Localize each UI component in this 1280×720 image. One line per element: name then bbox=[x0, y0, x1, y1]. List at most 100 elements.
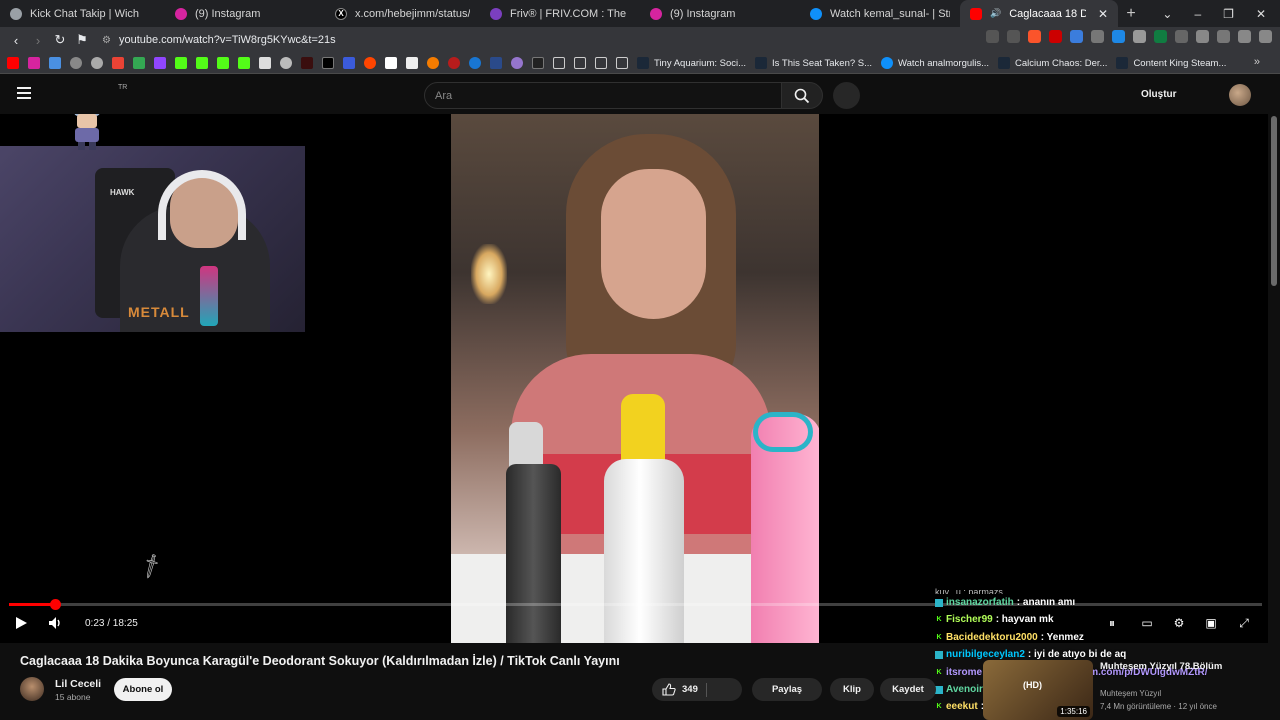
x-bookmark-icon[interactable] bbox=[322, 57, 334, 69]
subscribe-button[interactable]: Abone ol bbox=[114, 678, 172, 701]
share-button[interactable]: Paylaş bbox=[752, 678, 822, 701]
purple-bookmark-icon[interactable] bbox=[511, 57, 523, 69]
gmail-bookmark-icon[interactable] bbox=[112, 57, 124, 69]
blue-bookmark-icon[interactable] bbox=[343, 57, 355, 69]
share-icon[interactable] bbox=[1007, 30, 1020, 43]
tab-instagram-1[interactable]: (9) Instagram bbox=[165, 0, 325, 27]
tab-friv[interactable]: Friv® | FRIV.COM : The Best Free Ga bbox=[480, 0, 640, 27]
chat-username[interactable]: itsrome bbox=[946, 664, 982, 681]
twitch-bookmark-icon[interactable] bbox=[154, 57, 166, 69]
play-button[interactable] bbox=[14, 616, 28, 633]
channel-name[interactable]: Lil Ceceli bbox=[55, 678, 101, 690]
recommended-channel[interactable]: Muhteşem Yüzyıl bbox=[1100, 689, 1161, 698]
reddit-alt-bookmark-icon[interactable] bbox=[280, 57, 292, 69]
kick-bookmark-icon[interactable] bbox=[217, 57, 229, 69]
folder-icon[interactable] bbox=[574, 57, 586, 69]
save-button[interactable]: Kaydet bbox=[880, 678, 936, 701]
search-input[interactable]: Ara bbox=[424, 82, 782, 109]
orange-bookmark-icon[interactable] bbox=[427, 57, 439, 69]
extension-box-icon[interactable] bbox=[1175, 30, 1188, 43]
chat-username[interactable]: eeekut bbox=[946, 698, 978, 715]
media-icon[interactable] bbox=[1238, 30, 1251, 43]
folder-icon[interactable] bbox=[616, 57, 628, 69]
a-bookmark-icon[interactable] bbox=[406, 57, 418, 69]
instagram-bookmark-icon[interactable] bbox=[28, 57, 40, 69]
reddit-bookmark-icon[interactable] bbox=[364, 57, 376, 69]
dark-bookmark-icon[interactable] bbox=[301, 57, 313, 69]
account-avatar[interactable] bbox=[1229, 84, 1251, 106]
folder-icon[interactable] bbox=[595, 57, 607, 69]
extension-window-icon[interactable] bbox=[1133, 30, 1146, 43]
chair-brand-text: HAWK bbox=[110, 188, 135, 197]
recommended-meta: 7,4 Mn görüntüleme · 12 yıl önce bbox=[1100, 702, 1217, 711]
create-button[interactable]: Oluştur bbox=[1141, 89, 1177, 100]
new-tab-button[interactable]: + bbox=[1118, 5, 1144, 23]
drive-bookmark-icon[interactable] bbox=[133, 57, 145, 69]
bookmark-icon[interactable]: ⚑ bbox=[72, 32, 92, 48]
chat-username[interactable]: Fischer99 bbox=[946, 611, 993, 628]
ublock-icon[interactable] bbox=[1049, 30, 1062, 43]
bookmark-calcium-chaos[interactable]: Calcium Chaos: Der... bbox=[998, 57, 1107, 69]
play-bookmark-icon[interactable] bbox=[469, 57, 481, 69]
tab-instagram-2[interactable]: (9) Instagram bbox=[640, 0, 800, 27]
voice-search-button[interactable] bbox=[833, 82, 860, 109]
sidebar-icon[interactable] bbox=[1217, 30, 1230, 43]
globe-bookmark-icon[interactable] bbox=[70, 57, 82, 69]
channel-avatar[interactable] bbox=[20, 677, 44, 701]
tab-streamable[interactable]: Watch kemal_sunal- | Streamable bbox=[800, 0, 960, 27]
extension-blue-icon[interactable] bbox=[1070, 30, 1083, 43]
chat-text: : ananın amı bbox=[1016, 597, 1076, 608]
clip-button[interactable]: Klip bbox=[830, 678, 874, 701]
video-player[interactable]: HAWK METALL 🗡 bbox=[0, 114, 1268, 643]
chat-username[interactable]: insanazorfatih bbox=[946, 594, 1014, 611]
hamburger-menu-icon[interactable] bbox=[17, 87, 31, 99]
extension-gray-icon[interactable] bbox=[1091, 30, 1104, 43]
brave-shield-icon[interactable] bbox=[1028, 30, 1041, 43]
anchor-bookmark-icon[interactable] bbox=[259, 57, 271, 69]
maximize-icon[interactable]: ❐ bbox=[1223, 7, 1234, 21]
extension-vpn-icon[interactable] bbox=[1112, 30, 1125, 43]
kick-bookmark-icon[interactable] bbox=[238, 57, 250, 69]
menu-icon[interactable] bbox=[1259, 30, 1272, 43]
search-button[interactable] bbox=[781, 82, 823, 109]
tab-search-icon[interactable]: ⌄ bbox=[1162, 7, 1172, 21]
tab-kick-chat[interactable]: Kick Chat Takip | Wich bbox=[0, 0, 165, 27]
minimize-icon[interactable]: – bbox=[1194, 7, 1201, 21]
chat-username[interactable]: Bacidedektoru2000 bbox=[946, 629, 1038, 646]
bookmark-is-this-seat-taken[interactable]: Is This Seat Taken? S... bbox=[755, 57, 872, 69]
bookmark-content-king[interactable]: Content King Steam... bbox=[1116, 57, 1226, 69]
progress-scrubber[interactable] bbox=[50, 599, 61, 610]
address-bar[interactable]: ⚙ youtube.com/watch?v=TiW8rg5KYwc&t=21s bbox=[102, 29, 982, 51]
url-text[interactable]: youtube.com/watch?v=TiW8rg5KYwc&t=21s bbox=[119, 34, 336, 46]
volume-button[interactable] bbox=[48, 616, 63, 633]
translate-bookmark-icon[interactable] bbox=[49, 57, 61, 69]
recommended-thumbnail[interactable]: (HD) 1:35:16 bbox=[983, 660, 1093, 720]
tab-x-status[interactable]: X x.com/hebejimm/status/204296000 bbox=[325, 0, 480, 27]
site-info-icon[interactable]: ⚙ bbox=[102, 35, 111, 46]
p-bookmark-icon[interactable] bbox=[385, 57, 397, 69]
page-scrollbar[interactable] bbox=[1271, 116, 1277, 286]
bookmark-tiny-aquarium[interactable]: Tiny Aquarium: Soci... bbox=[637, 57, 746, 69]
red-bookmark-icon[interactable] bbox=[448, 57, 460, 69]
subscriber-count: 15 abone bbox=[55, 692, 91, 702]
cast-icon[interactable] bbox=[986, 30, 999, 43]
close-window-icon[interactable]: ✕ bbox=[1256, 7, 1266, 21]
k-bookmark-icon[interactable] bbox=[532, 57, 544, 69]
recommended-title[interactable]: Muhteşem Yüzyıl 78.Bölüm bbox=[1100, 661, 1222, 672]
web-bookmark-icon[interactable] bbox=[91, 57, 103, 69]
close-icon[interactable]: ✕ bbox=[1098, 7, 1108, 21]
bookmark-watch-analmorgulis[interactable]: Watch analmorgulis... bbox=[881, 57, 989, 69]
like-button[interactable]: 349 bbox=[652, 678, 742, 701]
kick-bookmark-icon[interactable] bbox=[196, 57, 208, 69]
back-icon[interactable]: ‹ bbox=[6, 33, 26, 48]
forward-icon[interactable]: › bbox=[28, 33, 48, 48]
mal-bookmark-icon[interactable] bbox=[490, 57, 502, 69]
reload-icon[interactable]: ↻ bbox=[50, 32, 70, 48]
folder-icon[interactable] bbox=[553, 57, 565, 69]
bookmarks-overflow-button[interactable]: » bbox=[1254, 56, 1260, 68]
kick-bookmark-icon[interactable] bbox=[175, 57, 187, 69]
tab-youtube-active[interactable]: 🔊 Caglacaaa 18 Dakika Boyunc ✕ bbox=[960, 0, 1118, 27]
youtube-bookmark-icon[interactable] bbox=[7, 57, 19, 69]
puzzle-icon[interactable] bbox=[1196, 30, 1209, 43]
extension-excel-icon[interactable] bbox=[1154, 30, 1167, 43]
